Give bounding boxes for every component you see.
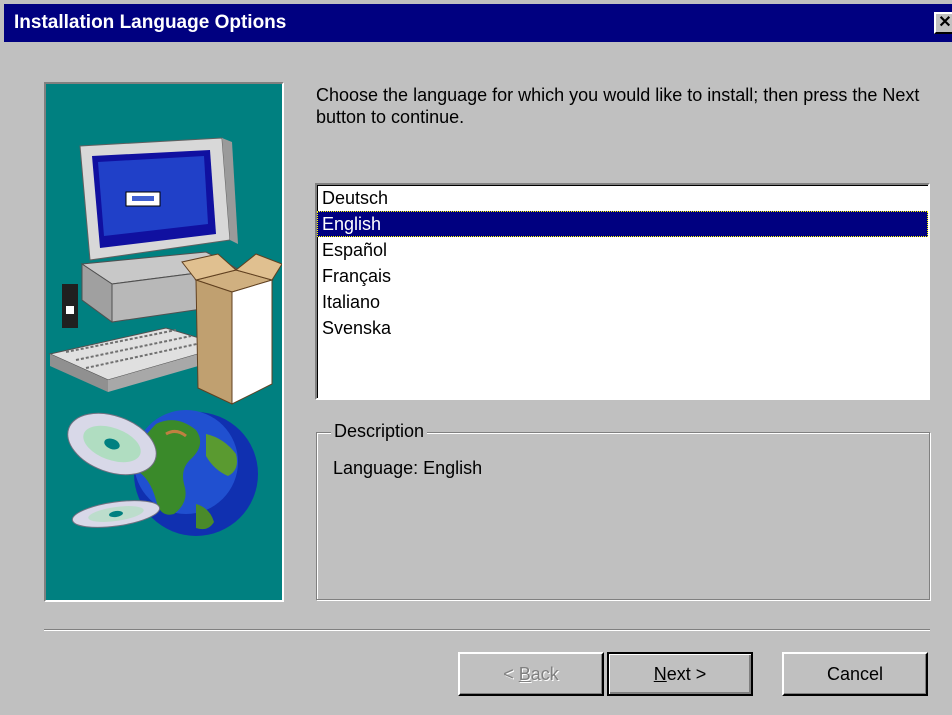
setup-illustration: [44, 82, 284, 602]
description-group: Description Language: English: [316, 421, 930, 600]
instruction-text: Choose the language for which you would …: [316, 85, 920, 127]
title-bar: Installation Language Options ✕: [0, 0, 952, 46]
back-button-prefix: <: [503, 664, 519, 684]
language-listbox[interactable]: Deutsch English Español Français Italian…: [315, 183, 930, 400]
back-button[interactable]: < Back: [458, 652, 604, 696]
next-button-label: ext >: [666, 664, 707, 684]
language-option-espanol[interactable]: Español: [317, 237, 928, 263]
language-option-deutsch[interactable]: Deutsch: [317, 185, 928, 211]
language-option-francais[interactable]: Français: [317, 263, 928, 289]
cd-icon: [67, 412, 161, 528]
next-button[interactable]: Next >: [607, 652, 753, 696]
separator: [44, 629, 930, 631]
title-bar-background: Installation Language Options ✕: [4, 4, 952, 42]
window-title: Installation Language Options: [14, 12, 287, 33]
description-legend: Description: [331, 421, 428, 442]
next-button-mnemonic: N: [653, 664, 667, 684]
language-option-english[interactable]: English: [317, 211, 928, 237]
description-text: Language: English: [333, 458, 483, 478]
box-icon: [181, 253, 282, 405]
language-option-svenska[interactable]: Svenska: [317, 315, 928, 341]
close-button[interactable]: ✕: [934, 12, 952, 34]
back-button-label: ack: [530, 664, 559, 684]
cancel-button[interactable]: Cancel: [782, 652, 928, 696]
back-button-mnemonic: B: [518, 664, 531, 684]
close-icon: ✕: [938, 14, 952, 31]
setup-illustration-graphic: [48, 137, 282, 536]
language-option-italiano[interactable]: Italiano: [317, 289, 928, 315]
globe-icon: [134, 410, 258, 536]
